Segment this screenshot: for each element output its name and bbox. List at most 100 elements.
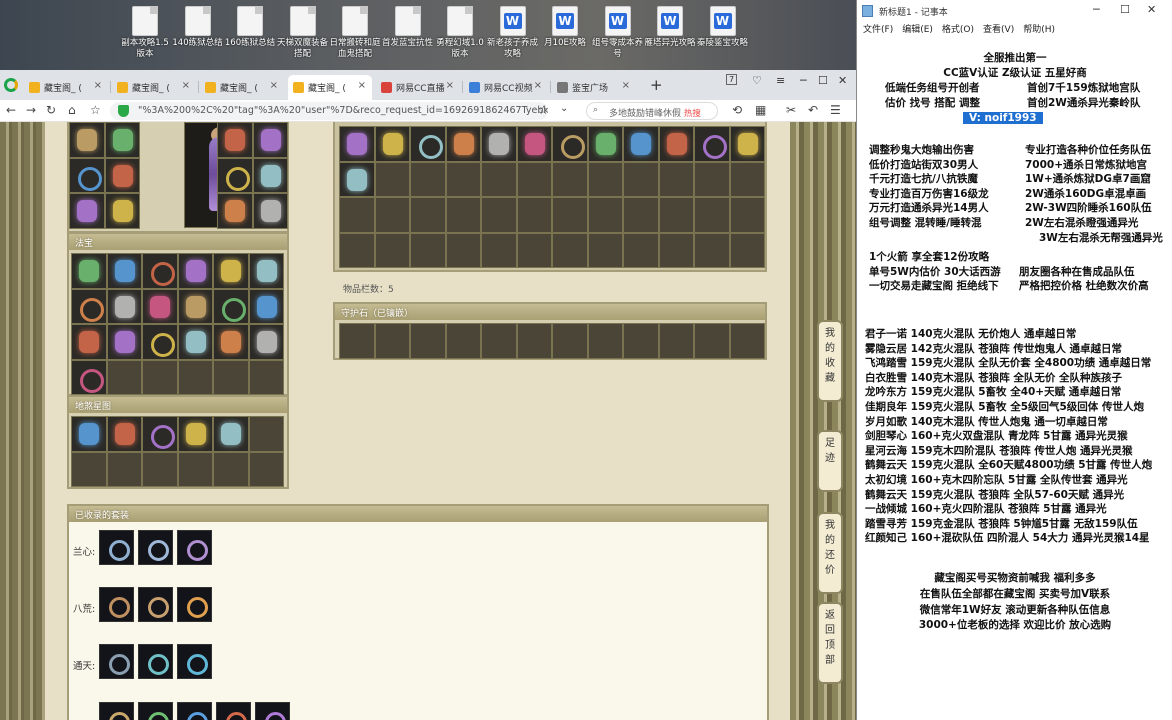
- set-item[interactable]: [138, 644, 173, 679]
- side-button[interactable]: 我的还价: [817, 512, 843, 594]
- item-slot[interactable]: [106, 324, 142, 360]
- maximize-icon[interactable]: ☐: [818, 74, 828, 87]
- item-slot[interactable]: [445, 126, 481, 162]
- minimize-icon[interactable]: ─: [800, 74, 807, 87]
- desktop-icon[interactable]: 勇程幻域1.0版本: [432, 6, 488, 60]
- notepad-menu-item[interactable]: 格式(O): [942, 25, 974, 35]
- browser-tab[interactable]: 藏宝阁_ (×: [24, 75, 108, 100]
- item-slot[interactable]: [213, 253, 249, 289]
- desktop-icon[interactable]: W 秦陵鉴宝攻略: [695, 6, 751, 49]
- set-item[interactable]: [138, 702, 173, 720]
- set-item[interactable]: [99, 702, 134, 720]
- menu-icon[interactable]: ≡: [776, 74, 785, 87]
- side-button[interactable]: 返回顶部: [817, 602, 843, 684]
- refresh-icon[interactable]: ↻: [46, 103, 56, 117]
- item-slot[interactable]: [694, 126, 730, 162]
- item-slot[interactable]: [252, 157, 288, 193]
- desktop-icon[interactable]: W 月10E攻略: [537, 6, 593, 49]
- notepad-menu-item[interactable]: 查看(V): [983, 25, 1014, 35]
- item-slot[interactable]: [69, 122, 105, 158]
- browser-tab[interactable]: 鉴宝广场 ×: [552, 75, 636, 100]
- notepad-menu-item[interactable]: 编辑(E): [902, 25, 933, 35]
- restore-icon[interactable]: ⟲: [732, 103, 742, 117]
- browser-tab[interactable]: 藏宝阁_ (×: [112, 75, 196, 100]
- forward-icon[interactable]: →: [26, 103, 36, 117]
- item-slot[interactable]: [177, 288, 213, 324]
- notepad-maximize-icon[interactable]: ☐: [1120, 3, 1130, 16]
- item-slot[interactable]: [658, 126, 694, 162]
- item-slot[interactable]: [339, 126, 375, 162]
- tab-close-icon[interactable]: ×: [94, 80, 102, 91]
- home-icon[interactable]: ⌂: [68, 103, 76, 117]
- item-slot[interactable]: [106, 416, 142, 452]
- desktop-icon[interactable]: 首发蓝宝抗性: [380, 6, 436, 49]
- set-item[interactable]: [99, 530, 134, 565]
- desktop-icon[interactable]: W 雁塔异光攻略: [642, 6, 698, 49]
- item-slot[interactable]: [213, 288, 249, 324]
- item-slot[interactable]: [142, 253, 178, 289]
- desktop-icon[interactable]: 140练狱总结: [170, 6, 226, 49]
- address-bar[interactable]: "%3A%200%2C%20"tag"%3A%20"user"%7D&reco_…: [110, 102, 548, 120]
- tab-close-icon[interactable]: ×: [182, 80, 190, 91]
- desktop-icon[interactable]: W 新老孩子养成攻略: [485, 6, 541, 60]
- more-menu-icon[interactable]: ☰: [830, 103, 841, 117]
- set-item[interactable]: [177, 644, 212, 679]
- item-slot[interactable]: [71, 288, 107, 324]
- item-slot[interactable]: [177, 324, 213, 360]
- undo-icon[interactable]: ↶: [808, 103, 818, 117]
- item-slot[interactable]: [104, 193, 140, 229]
- set-item[interactable]: [138, 587, 173, 622]
- item-slot[interactable]: [410, 126, 446, 162]
- item-slot[interactable]: [106, 253, 142, 289]
- set-item[interactable]: [177, 587, 212, 622]
- notepad-close-icon[interactable]: ✕: [1147, 3, 1156, 16]
- item-slot[interactable]: [587, 126, 623, 162]
- item-slot[interactable]: [374, 126, 410, 162]
- back-icon[interactable]: ←: [6, 103, 16, 117]
- item-slot[interactable]: [252, 193, 288, 229]
- item-slot[interactable]: [106, 288, 142, 324]
- notepad-menu-item[interactable]: 文件(F): [863, 25, 893, 35]
- item-slot[interactable]: [71, 324, 107, 360]
- tab-close-icon[interactable]: ×: [534, 80, 542, 91]
- item-slot[interactable]: [71, 253, 107, 289]
- new-tab-icon[interactable]: +: [650, 76, 663, 94]
- set-item[interactable]: [216, 702, 251, 720]
- tab-close-icon[interactable]: ×: [270, 80, 278, 91]
- desktop-icon[interactable]: 160练狱总结: [222, 6, 278, 49]
- desktop-icon[interactable]: 日常搬砖和庭血鬼搭配: [327, 6, 383, 60]
- browser-tab[interactable]: 网易CC直播 ×: [376, 75, 460, 100]
- browser-tab[interactable]: 藏宝阁_ (×: [200, 75, 284, 100]
- item-slot[interactable]: [142, 416, 178, 452]
- item-slot[interactable]: [217, 193, 253, 229]
- item-slot[interactable]: [177, 253, 213, 289]
- extension-icon[interactable]: ▦: [755, 103, 766, 117]
- set-item[interactable]: [99, 587, 134, 622]
- bookmark-icon[interactable]: ☆: [90, 103, 101, 117]
- browser-logo-icon[interactable]: [4, 78, 18, 92]
- item-slot[interactable]: [248, 324, 284, 360]
- tab-close-icon[interactable]: ×: [358, 80, 366, 91]
- item-slot[interactable]: [104, 157, 140, 193]
- item-slot[interactable]: [213, 324, 249, 360]
- item-slot[interactable]: [217, 157, 253, 193]
- desktop-icon[interactable]: 副本攻略1.5版本: [117, 6, 173, 60]
- item-slot[interactable]: [248, 253, 284, 289]
- dropdown-icon[interactable]: ⌄: [560, 103, 568, 114]
- set-item[interactable]: [138, 530, 173, 565]
- side-button[interactable]: 足迹: [817, 430, 843, 492]
- desktop-icon[interactable]: W 组号零成本养号: [590, 6, 646, 60]
- desktop-icon[interactable]: 天梯双魔装备搭配: [275, 6, 331, 60]
- set-item[interactable]: [177, 530, 212, 565]
- tab-count-badge[interactable]: 7: [726, 74, 738, 85]
- item-slot[interactable]: [248, 288, 284, 324]
- item-slot[interactable]: [71, 416, 107, 452]
- item-slot[interactable]: [177, 416, 213, 452]
- skin-icon[interactable]: ♡: [752, 74, 762, 87]
- item-slot[interactable]: [339, 161, 375, 197]
- set-item[interactable]: [99, 644, 134, 679]
- item-slot[interactable]: [104, 122, 140, 158]
- item-slot[interactable]: [729, 126, 765, 162]
- set-item[interactable]: [177, 702, 212, 720]
- browser-tab[interactable]: 藏宝阁_ (×: [288, 75, 372, 100]
